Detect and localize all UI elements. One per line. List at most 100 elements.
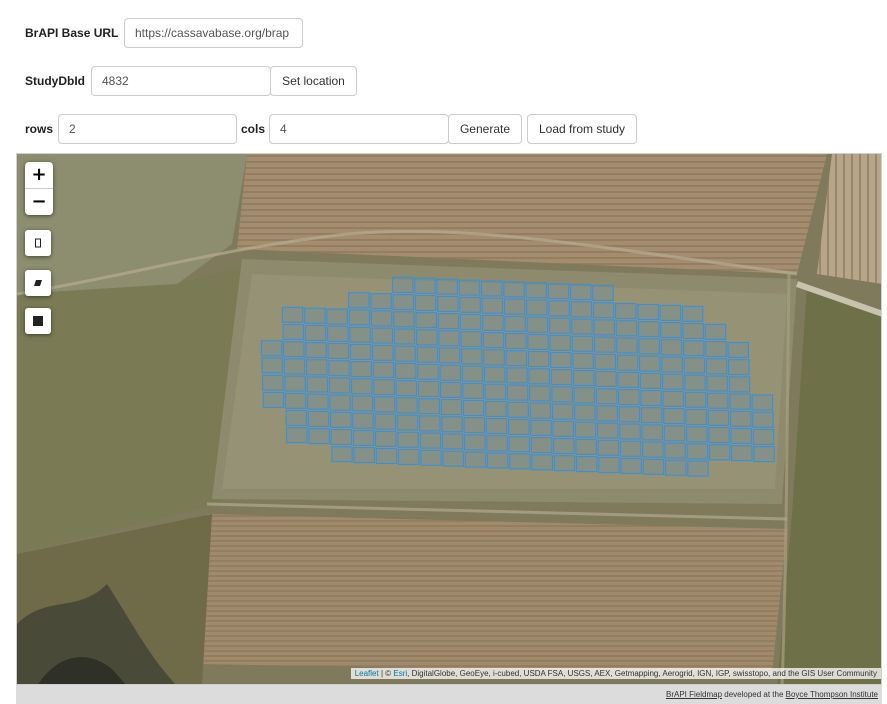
- plot-cell[interactable]: [439, 364, 461, 381]
- plot-cell[interactable]: [751, 394, 774, 411]
- plot-cell[interactable]: [752, 428, 775, 445]
- plot-cell[interactable]: [531, 454, 553, 471]
- plot-cell[interactable]: [706, 375, 728, 392]
- plot-cell[interactable]: [641, 424, 663, 441]
- leaflet-link[interactable]: Leaflet: [355, 669, 379, 678]
- plot-cell[interactable]: [551, 386, 573, 403]
- zoom-out-button[interactable]: −: [25, 188, 53, 215]
- plot-cell[interactable]: [486, 452, 509, 469]
- plot-cell[interactable]: [685, 408, 707, 426]
- plot-cell[interactable]: [286, 427, 308, 444]
- plot-cell[interactable]: [306, 376, 329, 393]
- plot-cell[interactable]: [352, 429, 375, 446]
- bti-link[interactable]: Boyce Thompson Institute: [786, 690, 878, 699]
- plot-cell[interactable]: [530, 419, 552, 436]
- plot-cell[interactable]: [418, 398, 440, 415]
- plot-cell[interactable]: [729, 410, 752, 427]
- plot-cell[interactable]: [553, 437, 575, 455]
- plot-cell[interactable]: [686, 426, 708, 443]
- plot-cell[interactable]: [392, 294, 415, 311]
- plot-cell[interactable]: [437, 295, 459, 312]
- plot-cell[interactable]: [373, 379, 395, 396]
- plot-cell[interactable]: [553, 455, 576, 472]
- plot-cell[interactable]: [438, 347, 461, 364]
- plot-cell[interactable]: [550, 369, 573, 386]
- plot-cell[interactable]: [660, 322, 682, 339]
- plot-cell[interactable]: [373, 396, 396, 413]
- plot-cell[interactable]: [506, 384, 529, 401]
- plot-cell[interactable]: [436, 278, 458, 295]
- cols-input[interactable]: 4: [269, 114, 449, 144]
- plot-cell[interactable]: [547, 283, 570, 300]
- plot-cell[interactable]: [416, 329, 438, 346]
- plot-cell[interactable]: [640, 389, 662, 407]
- plot-cell[interactable]: [704, 323, 727, 340]
- plot-cell[interactable]: [417, 363, 439, 380]
- plot-cell[interactable]: [572, 352, 594, 369]
- plot-cell[interactable]: [481, 297, 504, 314]
- plot-cell[interactable]: [350, 361, 372, 378]
- plot-cell[interactable]: [615, 320, 638, 337]
- plot-cell[interactable]: [459, 296, 481, 313]
- plot-cell[interactable]: [396, 397, 418, 414]
- plot-cell[interactable]: [372, 344, 394, 361]
- draw-rectangle-button[interactable]: [25, 230, 51, 256]
- plot-cell[interactable]: [330, 411, 352, 428]
- plot-cell[interactable]: [437, 313, 460, 330]
- plot-cell[interactable]: [349, 326, 371, 343]
- plot-cell[interactable]: [593, 336, 616, 353]
- zoom-in-button[interactable]: +: [25, 162, 53, 188]
- plot-cell[interactable]: [483, 349, 505, 366]
- plot-cell[interactable]: [414, 277, 436, 294]
- plot-cell[interactable]: [508, 418, 530, 436]
- plot-cell[interactable]: [397, 448, 420, 465]
- plot-cell[interactable]: [593, 319, 615, 336]
- plot-cell[interactable]: [327, 325, 349, 342]
- plot-cell[interactable]: [571, 335, 594, 352]
- plot-cell[interactable]: [393, 328, 416, 345]
- plot-cell[interactable]: [687, 460, 709, 477]
- rows-input[interactable]: 2: [58, 114, 237, 144]
- plot-cell[interactable]: [548, 300, 570, 317]
- plot-cell[interactable]: [283, 341, 305, 358]
- plot-cell[interactable]: [682, 322, 704, 340]
- plot-cell[interactable]: [394, 345, 416, 362]
- plot-cell[interactable]: [482, 314, 504, 331]
- plot-cell[interactable]: [728, 359, 750, 376]
- plot-cell[interactable]: [375, 430, 397, 447]
- plot-cell[interactable]: [570, 301, 593, 318]
- fieldmap-link[interactable]: BrAPI Fieldmap: [666, 690, 722, 699]
- plot-cell[interactable]: [662, 390, 685, 407]
- plot-cell[interactable]: [552, 420, 574, 437]
- plot-cell[interactable]: [503, 281, 525, 298]
- plot-cell[interactable]: [663, 425, 686, 442]
- plot-cell[interactable]: [639, 355, 661, 372]
- plot-cell[interactable]: [663, 408, 685, 425]
- plot-cell[interactable]: [438, 330, 460, 347]
- plot-cell[interactable]: [752, 411, 774, 428]
- plot-cell[interactable]: [331, 446, 353, 463]
- plot-cell[interactable]: [460, 331, 483, 348]
- plot-cell[interactable]: [482, 332, 505, 349]
- plot-cell[interactable]: [571, 318, 593, 335]
- plot-cell[interactable]: [684, 391, 707, 408]
- plot-cell[interactable]: [417, 380, 440, 398]
- plot-cell[interactable]: [351, 395, 374, 412]
- plot-cell[interactable]: [330, 428, 353, 446]
- plot-cell[interactable]: [592, 302, 615, 319]
- generate-button[interactable]: Generate: [448, 114, 522, 144]
- plot-cell[interactable]: [637, 303, 659, 321]
- plot-cell[interactable]: [619, 440, 642, 457]
- plot-cell[interactable]: [707, 409, 730, 426]
- plot-cell[interactable]: [375, 447, 398, 465]
- plot-cell[interactable]: [637, 321, 660, 338]
- stop-button[interactable]: [25, 308, 51, 334]
- plot-cell[interactable]: [480, 280, 503, 297]
- plot-cell[interactable]: [705, 358, 728, 375]
- plot-cell[interactable]: [529, 402, 552, 419]
- plot-cell[interactable]: [397, 431, 419, 448]
- plot-cell[interactable]: [483, 366, 506, 383]
- plot-cell[interactable]: [574, 421, 597, 438]
- plot-cell[interactable]: [530, 437, 553, 454]
- plot-cell[interactable]: [464, 451, 487, 468]
